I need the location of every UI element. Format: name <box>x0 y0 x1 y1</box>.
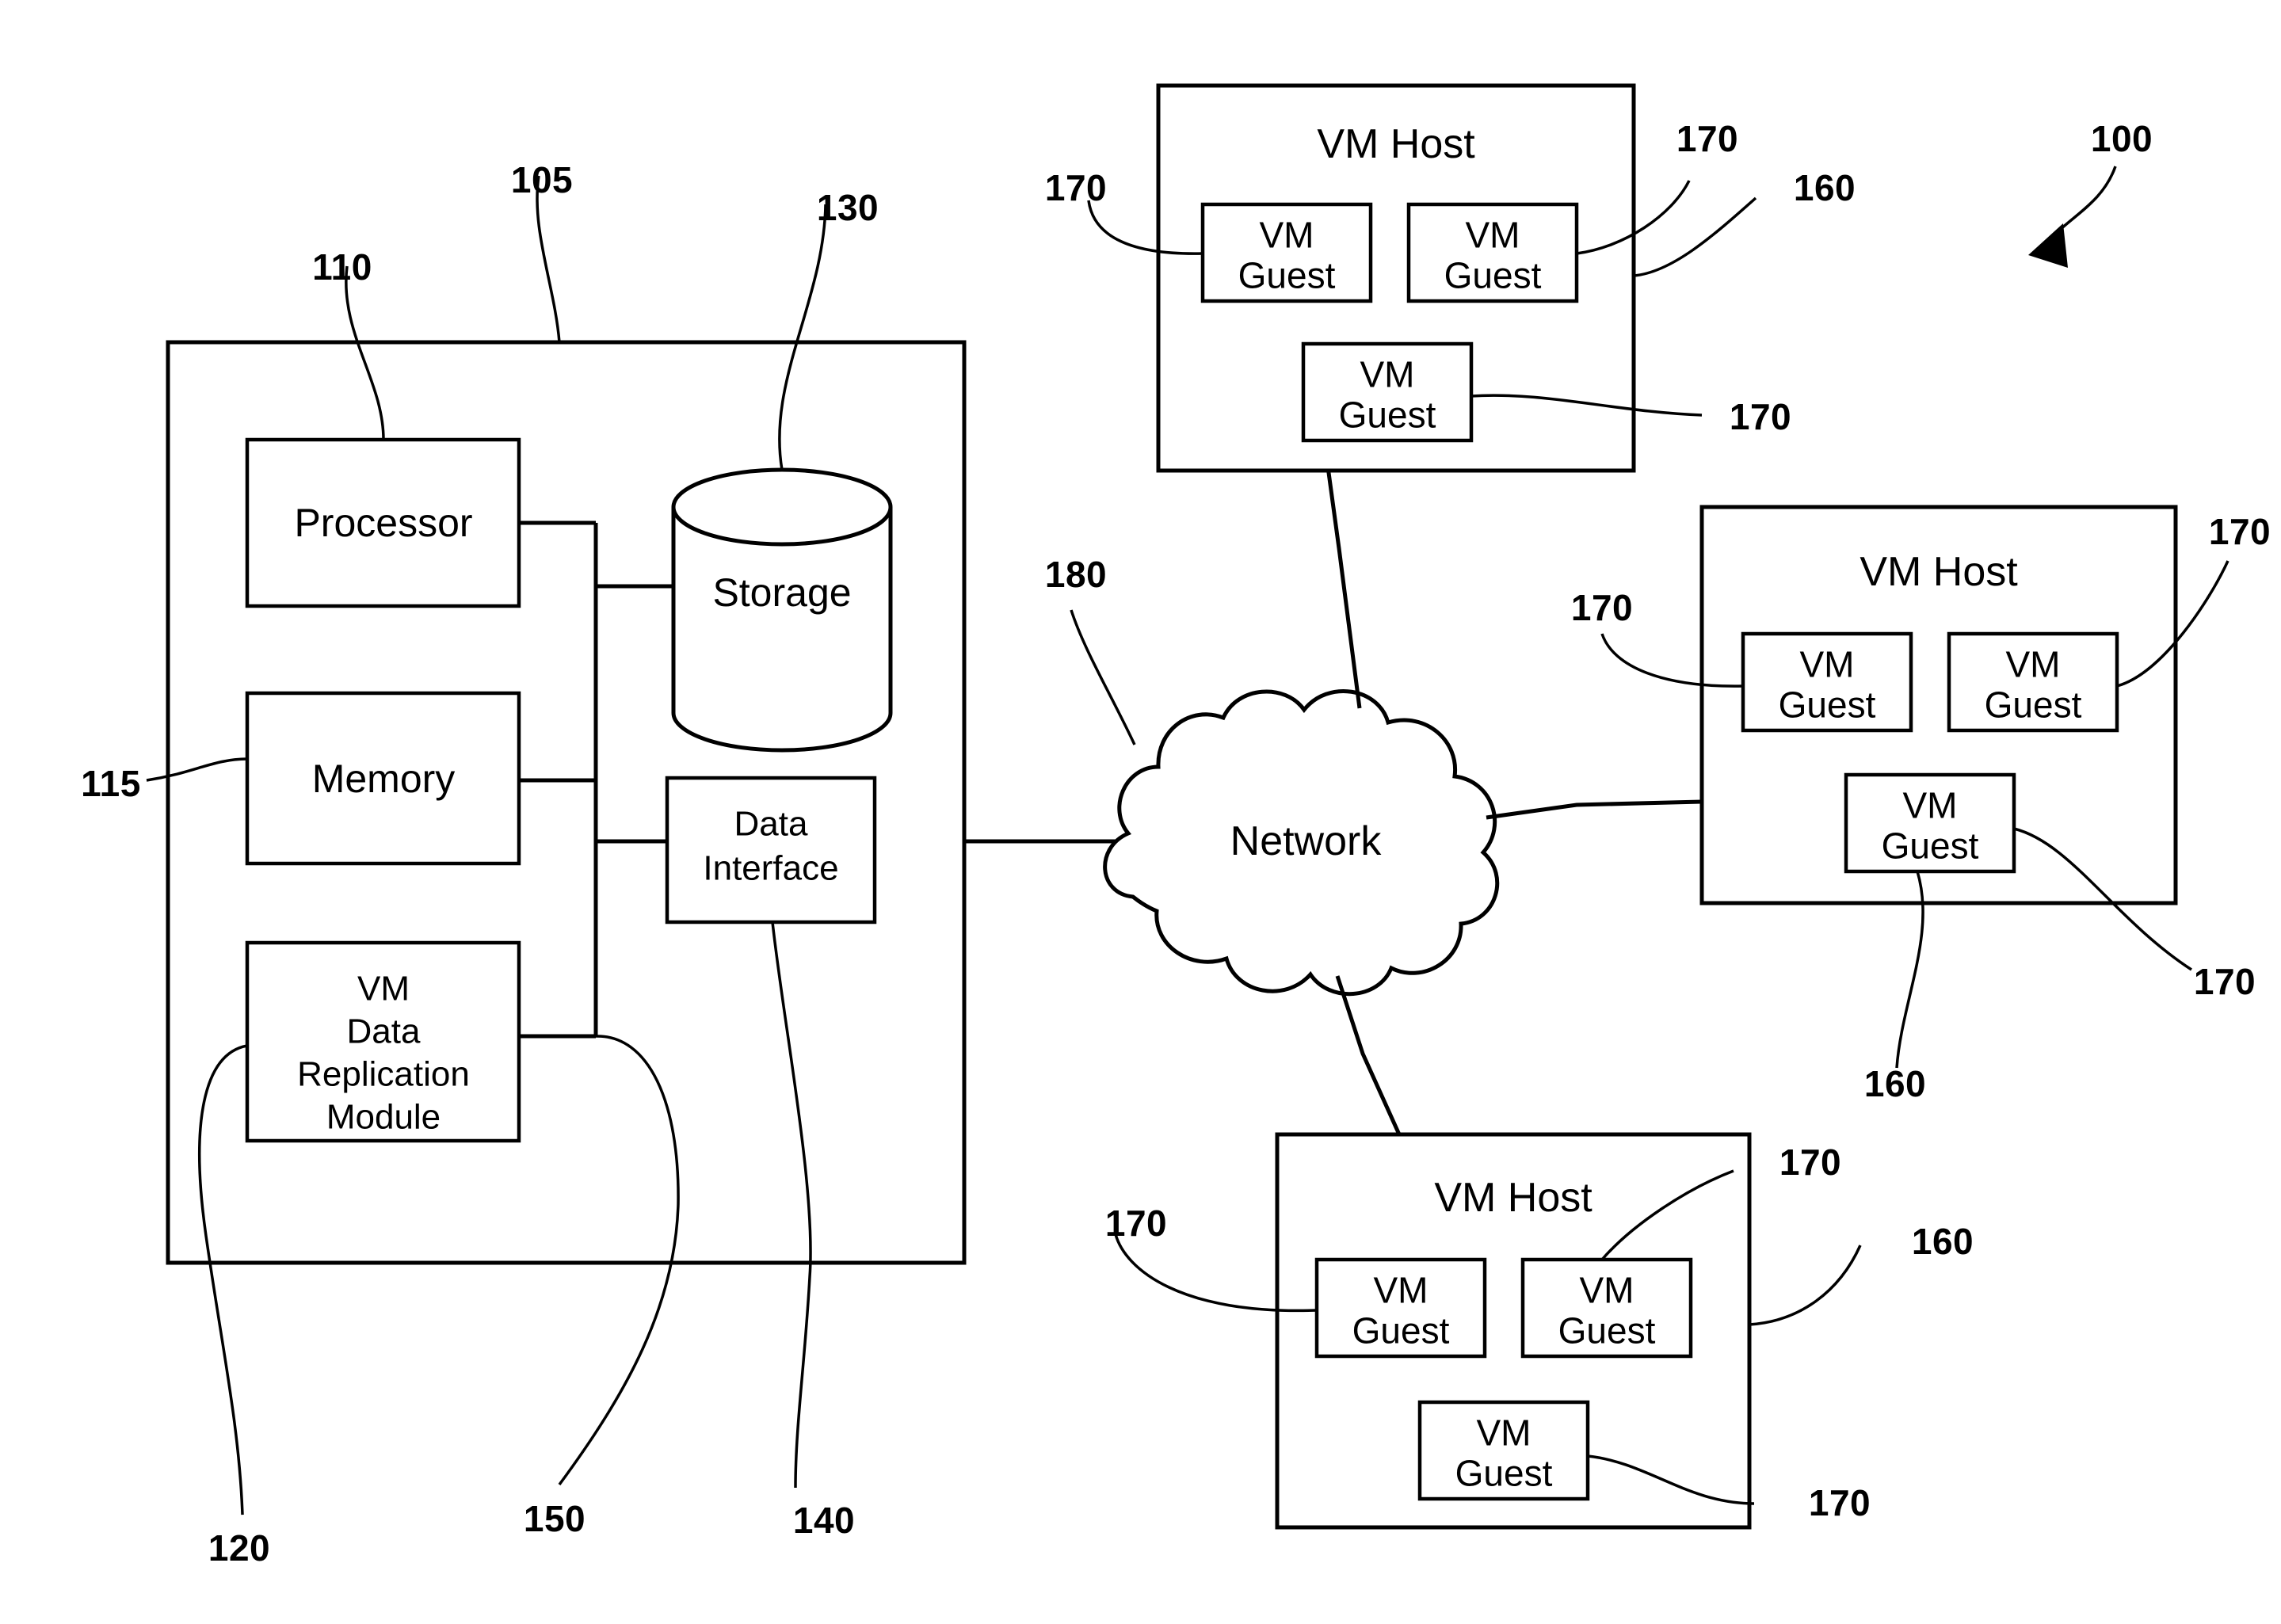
module-label-line3: Replication <box>297 1054 470 1094</box>
memory-label: Memory <box>311 757 456 801</box>
module-label-line4: Module <box>326 1097 441 1137</box>
vm-host-top-guest-2-line2: Guest <box>1444 254 1542 296</box>
processor-label: Processor <box>294 501 473 545</box>
ref-numeral-system-100: 100 <box>2090 118 2153 160</box>
vm-host-right-guest-3-line2: Guest <box>1881 825 1979 867</box>
vm-host-right-title: VM Host <box>1860 548 2018 595</box>
vm-host-bottom-guest-2-line2: Guest <box>1558 1309 1656 1351</box>
ref-numeral-vm-guest-bottom-bottom-170: 170 <box>1808 1482 1871 1524</box>
network-to-host-bottom-link <box>1335 975 1402 1136</box>
network-to-host-top-link <box>1322 443 1362 709</box>
leader-network-180 <box>1070 609 1136 745</box>
vm-host-top-title: VM Host <box>1317 120 1475 167</box>
network-to-host-right-link <box>1486 799 1703 820</box>
vm-host-top-guest-1-line2: Guest <box>1238 254 1336 296</box>
ref-numeral-vm-guest-bottom-top-170: 170 <box>1779 1142 1842 1184</box>
vm-host-bottom-title: VM Host <box>1434 1174 1593 1221</box>
leader-vm-host-bottom <box>1749 1245 1862 1326</box>
ref-numeral-network-180: 180 <box>1044 554 1108 596</box>
system-arrowhead-icon <box>2028 223 2068 268</box>
vm-host-bottom-guest-3-line1: VM <box>1476 1412 1531 1454</box>
ref-numeral-vm-guest-top-right-170: 170 <box>1676 118 1739 160</box>
vm-host-right-guest-1-line2: Guest <box>1778 684 1876 726</box>
data-interface-label-line1: Data <box>734 804 808 844</box>
ref-numeral-vm-guest-top-bottom-170: 170 <box>1729 396 1792 438</box>
ref-numeral-memory-115: 115 <box>81 763 141 805</box>
vm-host-top-guest-3-line1: VM <box>1360 353 1415 395</box>
ref-numeral-vm-host-top-160: 160 <box>1793 167 1856 209</box>
data-interface-label-line2: Interface <box>703 848 839 888</box>
vm-host-right-guest-2-line1: VM <box>2005 643 2061 685</box>
vm-host-right-guest-2-line2: Guest <box>1984 684 2082 726</box>
vm-host-top-guest-2-line1: VM <box>1465 214 1520 256</box>
ref-numeral-vm-guest-right-right-170: 170 <box>2208 511 2271 553</box>
module-label-line1: VM <box>357 969 410 1008</box>
leader-system-100 <box>2058 166 2117 231</box>
ref-numeral-vm-host-right-160: 160 <box>1863 1063 1927 1105</box>
network-label: Network <box>1230 818 1382 864</box>
vm-host-right-guest-3-line1: VM <box>1902 784 1958 826</box>
ref-numeral-device-105: 105 <box>510 159 574 201</box>
vm-host-bottom-guest-1-line1: VM <box>1373 1269 1428 1311</box>
ref-numeral-bus-150: 150 <box>523 1498 586 1540</box>
ref-numeral-data-interface-140: 140 <box>792 1500 856 1542</box>
ref-numeral-vm-host-bottom-160: 160 <box>1911 1221 1974 1263</box>
storage-cylinder-top <box>671 467 893 547</box>
storage-label: Storage <box>712 570 852 615</box>
ref-numeral-vm-guest-right-left-170: 170 <box>1570 587 1634 629</box>
ref-numeral-processor-110: 110 <box>312 246 372 288</box>
vm-host-top-guest-1-line1: VM <box>1259 214 1314 256</box>
vm-host-right-guest-1-line1: VM <box>1799 643 1855 685</box>
vm-host-bottom-guest-2-line1: VM <box>1579 1269 1634 1311</box>
patent-figure: Processor Memory Storage Data Interface … <box>0 0 2281 1624</box>
ref-numeral-vm-guest-bottom-left-170: 170 <box>1104 1203 1168 1245</box>
vm-host-bottom-guest-1-line2: Guest <box>1352 1309 1450 1351</box>
ref-numeral-vm-guest-top-left-170: 170 <box>1044 167 1108 209</box>
ref-numeral-vm-guest-right-bottom-170: 170 <box>2193 961 2256 1003</box>
vm-host-top-guest-3-line2: Guest <box>1338 394 1436 436</box>
vm-host-bottom-guest-3-line2: Guest <box>1455 1452 1553 1494</box>
ref-numeral-storage-130: 130 <box>816 187 879 229</box>
leader-vm-host-top <box>1633 196 1757 277</box>
ref-numeral-module-120: 120 <box>208 1527 271 1569</box>
module-label-line2: Data <box>346 1012 421 1051</box>
